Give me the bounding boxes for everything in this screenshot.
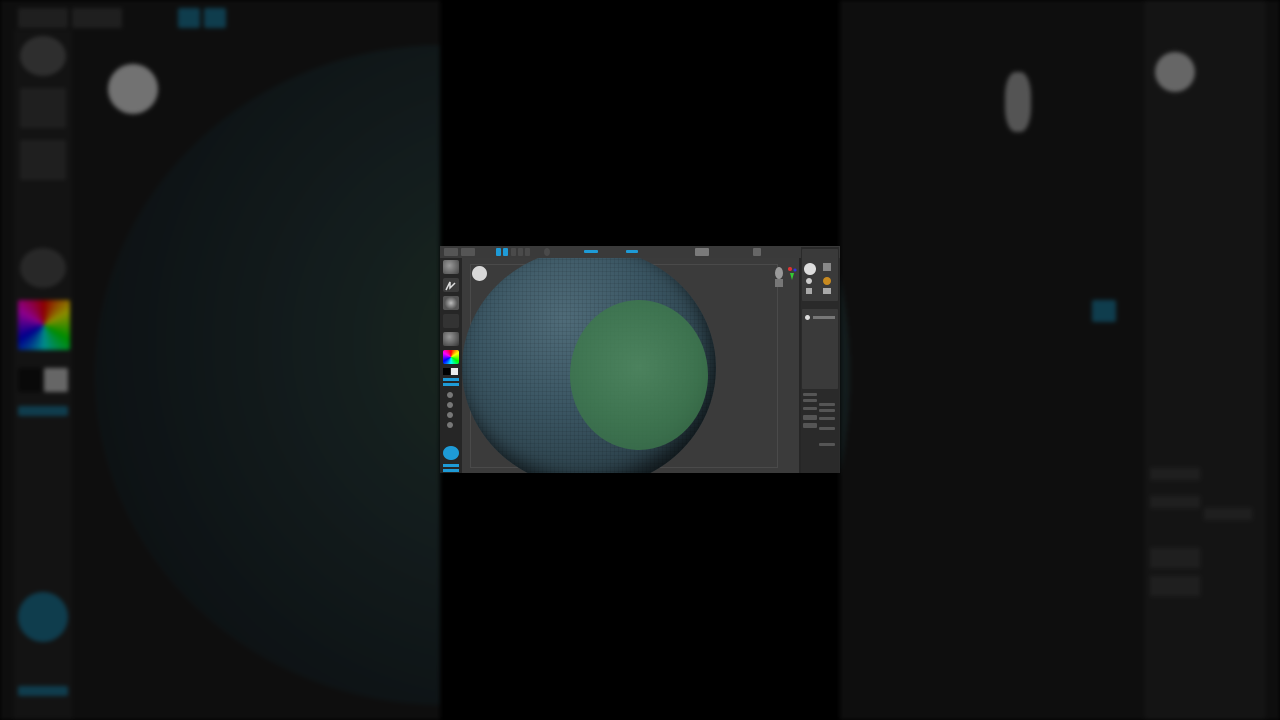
- blurred-button: [1150, 496, 1200, 508]
- rgb-intensity-slider[interactable]: [584, 250, 598, 253]
- brush-cursor-preview: [472, 266, 487, 281]
- blurred-button: [1204, 508, 1252, 520]
- panel-button[interactable]: [803, 423, 817, 428]
- move-mode-button[interactable]: [511, 248, 516, 256]
- star-tool-icon[interactable]: [823, 277, 831, 285]
- blurred-left-panel: [0, 0, 440, 720]
- toolbar-button[interactable]: [444, 248, 458, 256]
- sphere-tool-icon[interactable]: [447, 422, 453, 428]
- subtool-slider[interactable]: [813, 316, 835, 319]
- tool-icon[interactable]: [823, 288, 831, 294]
- panel-button[interactable]: [819, 417, 835, 420]
- alpha-icon[interactable]: [443, 296, 459, 310]
- draw-mode-button[interactable]: [503, 248, 508, 256]
- blurred-button: [1150, 548, 1200, 568]
- subtool-thumbnail[interactable]: [805, 315, 810, 320]
- blurred-top-button: [72, 8, 122, 28]
- focal-shift-button[interactable]: [753, 248, 761, 256]
- brush-size-button[interactable]: [695, 248, 709, 256]
- blurred-right-panel: [840, 0, 1280, 720]
- axis-gizmo-icon[interactable]: [787, 266, 797, 280]
- texture-icon[interactable]: [443, 314, 459, 328]
- panel-button[interactable]: [819, 403, 835, 406]
- blurred-right-tray: [1145, 0, 1265, 720]
- blurred-button: [1150, 576, 1200, 596]
- panel-button[interactable]: [819, 409, 835, 412]
- panel-button[interactable]: [819, 427, 835, 430]
- blurred-left-shelf: [14, 30, 72, 720]
- blurred-top-cyan-button: [204, 8, 226, 28]
- tool-icon[interactable]: [823, 263, 831, 271]
- panel-button[interactable]: [803, 399, 817, 402]
- video-frame: { "window": {"title": "", "app": "sculpt…: [0, 0, 1280, 720]
- blurred-head-thumbnail: [1005, 72, 1031, 132]
- brush-icon[interactable]: [443, 260, 459, 274]
- blurred-button: [1150, 468, 1200, 480]
- current-tool-thumbnail[interactable]: [804, 263, 816, 275]
- mask-area: [570, 300, 708, 450]
- blurred-top-button: [18, 8, 68, 28]
- sphere-tool-icon[interactable]: [447, 402, 453, 408]
- sculpt-app-window: [440, 246, 840, 473]
- color-picker-icon[interactable]: [443, 350, 459, 364]
- z-intensity-slider[interactable]: [626, 250, 638, 253]
- rotate-mode-button[interactable]: [525, 248, 530, 256]
- stroke-icon[interactable]: [443, 278, 459, 292]
- blurred-sphere: [95, 45, 440, 705]
- blurred-cyan-button: [1092, 300, 1116, 322]
- tool-icon[interactable]: [806, 278, 812, 284]
- subtool-panel: [802, 309, 838, 389]
- blurred-secondary-color: [44, 368, 68, 392]
- material-icon[interactable]: [443, 332, 459, 346]
- sphere-tool-icon[interactable]: [447, 392, 453, 398]
- secondary-color-swatch[interactable]: [451, 368, 458, 375]
- blurred-cyan-round-button: [18, 592, 68, 642]
- blurred-stroke-icon: [20, 88, 66, 128]
- transform-toggle[interactable]: [544, 248, 550, 256]
- sphere-tool-icon[interactable]: [447, 412, 453, 418]
- toolbar-button[interactable]: [461, 248, 475, 256]
- cyan-button[interactable]: [443, 464, 459, 467]
- cyan-button[interactable]: [443, 469, 459, 472]
- left-shelf: [440, 258, 462, 473]
- top-toolbar: [440, 246, 840, 258]
- blurred-brush-icon: [20, 36, 66, 76]
- blurred-brush-dot: [108, 64, 158, 114]
- color-slider[interactable]: [443, 378, 459, 381]
- main-color-swatch[interactable]: [443, 368, 450, 375]
- right-tray-panel: [801, 247, 839, 473]
- viewport-canvas[interactable]: [462, 258, 799, 473]
- blurred-cyan-bar: [18, 686, 68, 696]
- blurred-top-cyan-button: [178, 8, 200, 28]
- panel-button[interactable]: [819, 443, 835, 446]
- panel-button[interactable]: [803, 407, 817, 410]
- blurred-main-color: [18, 368, 42, 392]
- scale-mode-button[interactable]: [518, 248, 523, 256]
- blurred-tool-thumbnail: [1155, 52, 1195, 92]
- color-slider[interactable]: [443, 383, 459, 386]
- blurred-sphere: [840, 45, 850, 705]
- head-icon[interactable]: [772, 266, 786, 288]
- edit-mode-button[interactable]: [496, 248, 501, 256]
- blurred-material-icon: [20, 248, 66, 288]
- blurred-alpha-icon: [20, 140, 66, 180]
- blurred-cyan-button: [18, 406, 68, 416]
- lazy-mouse-icon[interactable]: [443, 446, 459, 460]
- blurred-color-picker-icon: [18, 300, 70, 350]
- panel-button[interactable]: [803, 393, 817, 396]
- panel-button[interactable]: [803, 415, 817, 420]
- tool-icon[interactable]: [806, 288, 812, 294]
